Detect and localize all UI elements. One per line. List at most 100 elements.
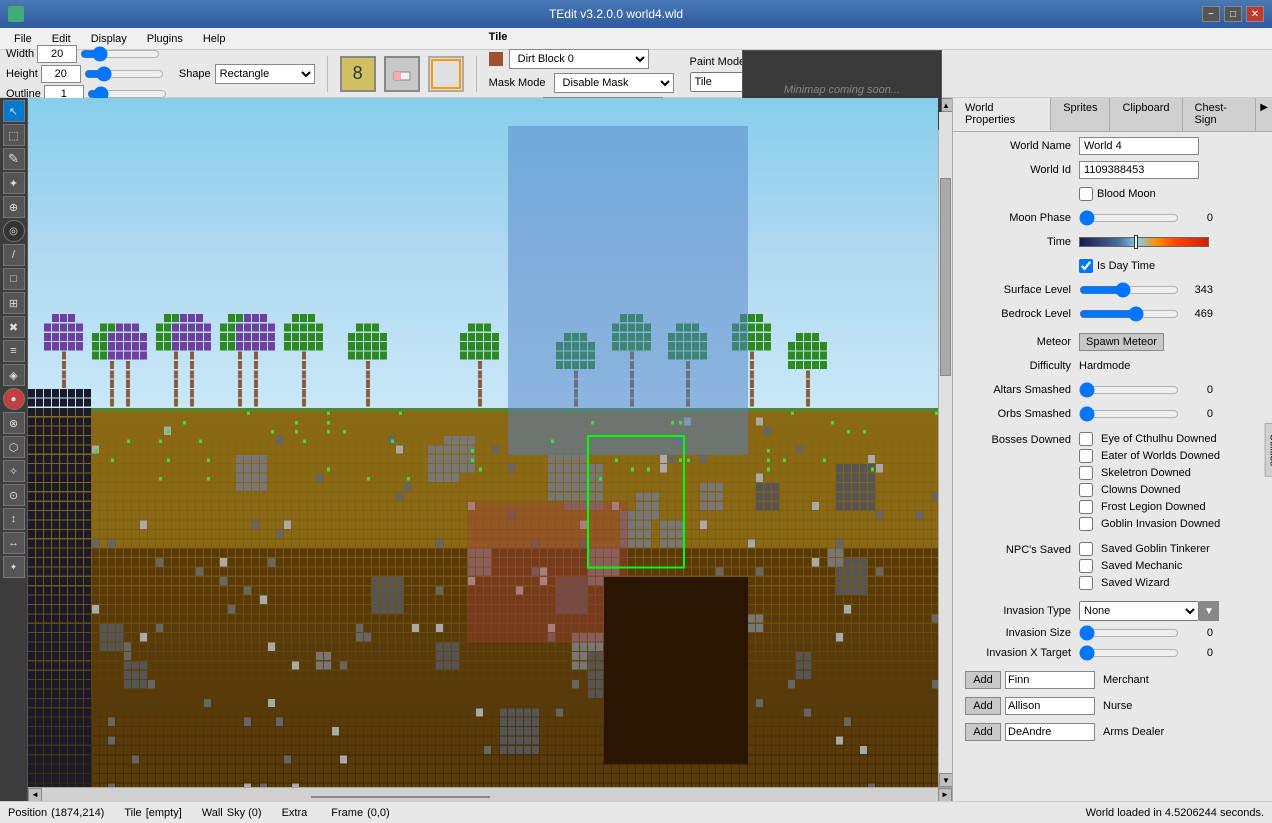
finn-name-input[interactable] — [1005, 671, 1095, 689]
maximize-button[interactable]: □ — [1224, 6, 1242, 22]
eraser-button[interactable] — [384, 56, 420, 92]
boss-eater-checkbox[interactable] — [1079, 449, 1093, 463]
scroll-down-button[interactable]: ▼ — [939, 773, 952, 787]
scroll-thumb[interactable] — [940, 178, 951, 376]
world-id-label: World Id — [961, 164, 1071, 176]
allison-name-input[interactable] — [1005, 697, 1095, 715]
block-tool-button[interactable]: 8 — [340, 56, 376, 92]
invasion-size-slider[interactable] — [1079, 625, 1179, 641]
tool-brush[interactable]: ✦ — [3, 172, 25, 194]
tool-pencil[interactable]: ✎ — [3, 148, 25, 170]
world-id-input[interactable] — [1079, 161, 1199, 179]
altars-slider[interactable] — [1079, 382, 1179, 398]
scroll-left-button[interactable]: ◄ — [28, 788, 42, 802]
tool-12[interactable]: ⬡ — [3, 436, 25, 458]
tool-11[interactable]: ⊗ — [3, 412, 25, 434]
height-slider[interactable] — [84, 68, 164, 80]
boss-frost-checkbox[interactable] — [1079, 500, 1093, 514]
add-finn-button[interactable]: Add — [965, 671, 1001, 689]
tool-14[interactable]: ⊙ — [3, 484, 25, 506]
world-canvas[interactable] — [28, 98, 938, 787]
width-input[interactable] — [37, 45, 77, 63]
surface-level-slider[interactable] — [1079, 282, 1179, 298]
tab-sprites[interactable]: Sprites — [1051, 98, 1110, 131]
height-input[interactable] — [41, 65, 81, 83]
boss-eye-checkbox[interactable] — [1079, 432, 1093, 446]
tool-circle2[interactable]: ● — [3, 388, 25, 410]
tool-13[interactable]: ✧ — [3, 460, 25, 482]
right-panel: World Properties Sprites Clipboard Chest… — [952, 98, 1272, 801]
tool-fill[interactable]: ⊕ — [3, 196, 25, 218]
tool-10[interactable]: ◈ — [3, 364, 25, 386]
tool-eraser[interactable]: ✖ — [3, 316, 25, 338]
tab-clipboard[interactable]: Clipboard — [1110, 98, 1182, 131]
minimap-text: Minimap coming soon... — [784, 84, 900, 96]
npc-goblin-checkbox[interactable] — [1079, 542, 1093, 556]
deandre-name-input[interactable] — [1005, 723, 1095, 741]
boss-clowns-checkbox[interactable] — [1079, 483, 1093, 497]
tool-spray[interactable]: ⊞ — [3, 292, 25, 314]
tile-section-header: Tile — [489, 31, 674, 43]
boss-frost-label: Frost Legion Downed — [1101, 501, 1206, 513]
spawn-meteor-button[interactable]: Spawn Meteor — [1079, 333, 1164, 351]
blood-moon-checkbox[interactable] — [1079, 187, 1093, 201]
close-button[interactable]: ✕ — [1246, 6, 1264, 22]
paint-box-button[interactable] — [428, 56, 464, 92]
position-status: Position (1874,214) — [8, 807, 104, 819]
npc-wizard-checkbox[interactable] — [1079, 576, 1093, 590]
tool-rect[interactable]: □ — [3, 268, 25, 290]
add-npc-allison: Add Nurse — [961, 695, 1264, 717]
scroll-track[interactable] — [939, 112, 952, 773]
tool-17[interactable]: ✦ — [3, 556, 25, 578]
tool-9[interactable]: ≡ — [3, 340, 25, 362]
invasion-type-select[interactable]: None Goblin Army Snow Legion Pirates — [1079, 601, 1199, 621]
width-label: Width — [6, 48, 34, 60]
tool-arrow[interactable]: ↖ — [3, 100, 25, 122]
add-allison-button[interactable]: Add — [965, 697, 1001, 715]
moon-phase-row: Moon Phase 0 — [961, 208, 1264, 228]
orbs-value: 0 — [1183, 408, 1213, 420]
tab-world-properties[interactable]: World Properties — [953, 98, 1051, 131]
titlebar: TEdit v3.2.0.0 world4.wld − □ ✕ — [0, 0, 1272, 28]
tab-chest-sign[interactable]: Chest-Sign — [1183, 98, 1257, 131]
npcs-label: NPC's Saved — [961, 544, 1071, 556]
toolbar: Width Height Outline Shape Rectangle Ell… — [0, 50, 1272, 98]
width-slider[interactable] — [80, 48, 160, 60]
npcs-section: NPC's Saved Saved Goblin Tinkerer Saved … — [961, 542, 1264, 593]
boss-skeletron-checkbox[interactable] — [1079, 466, 1093, 480]
menu-help[interactable]: Help — [193, 31, 236, 47]
tool-15[interactable]: ↕ — [3, 508, 25, 530]
wall-label: Wall — [202, 807, 223, 819]
utilities-tab[interactable]: Utilities — [1264, 422, 1272, 476]
boss-goblin-checkbox[interactable] — [1079, 517, 1093, 531]
npc-mechanic-checkbox[interactable] — [1079, 559, 1093, 573]
invasion-dropdown-button[interactable]: ▼ — [1199, 601, 1219, 621]
invasion-x-value: 0 — [1183, 647, 1213, 659]
tool-16[interactable]: ↔ — [3, 532, 25, 554]
npc-wizard-label: Saved Wizard — [1101, 577, 1169, 589]
add-deandre-button[interactable]: Add — [965, 723, 1001, 741]
scroll-right-button[interactable]: ► — [938, 788, 952, 802]
mask-mode-select[interactable]: Disable Mask — [554, 73, 674, 93]
orbs-slider[interactable] — [1079, 406, 1179, 422]
is-day-checkbox[interactable] — [1079, 259, 1093, 273]
time-slider-container[interactable] — [1079, 235, 1209, 249]
minimize-button[interactable]: − — [1202, 6, 1220, 22]
statusbar: Position (1874,214) Tile [empty] Wall Sk… — [0, 801, 1272, 823]
tool-select[interactable]: ⬚ — [3, 124, 25, 146]
shape-select[interactable]: Rectangle Ellipse Diamond — [215, 64, 315, 84]
moon-phase-slider[interactable] — [1079, 210, 1179, 226]
bosses-label: Bosses Downed — [961, 434, 1071, 446]
hscroll-thumb[interactable] — [311, 796, 490, 798]
paint-mode-label: Paint Mode — [690, 56, 746, 68]
world-name-input[interactable] — [1079, 137, 1199, 155]
bedrock-level-slider[interactable] — [1079, 306, 1179, 322]
mask-mode-label: Mask Mode — [489, 77, 546, 89]
tile-select[interactable]: Dirt Block 0 — [509, 49, 649, 69]
tool-line[interactable]: / — [3, 244, 25, 266]
tool-circle1[interactable]: ◎ — [3, 220, 25, 242]
tab-expand-button[interactable]: ▶ — [1256, 98, 1272, 131]
canvas-area[interactable] — [28, 98, 938, 787]
invasion-x-slider[interactable] — [1079, 645, 1179, 661]
deandre-type: Arms Dealer — [1103, 726, 1164, 738]
